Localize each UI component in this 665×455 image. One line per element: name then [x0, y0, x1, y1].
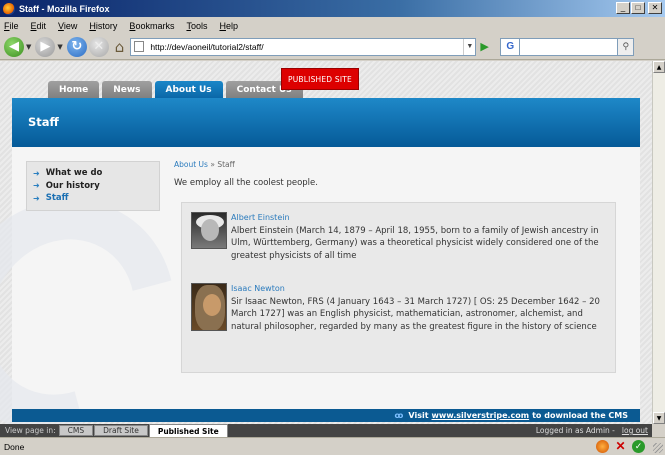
silverstripe-link[interactable]: www.silverstripe.com — [432, 411, 530, 420]
maximize-button[interactable]: □ — [631, 2, 645, 14]
browser-status-bar: Done ✕ ✓ — [0, 437, 665, 455]
menu-file[interactable]: File — [4, 21, 19, 31]
staff-bio: Sir Isaac Newton, FRS (4 January 1643 – … — [231, 297, 600, 332]
footer-visit-text: Visit — [408, 411, 429, 420]
subnav-item-label: Staff — [45, 193, 69, 204]
status-text: Done — [4, 441, 25, 452]
firefox-icon — [3, 2, 15, 15]
menu-bookmarks[interactable]: Bookmarks — [129, 21, 174, 31]
reload-icon[interactable]: ↻ — [66, 36, 87, 57]
resize-grip-icon[interactable] — [653, 443, 663, 453]
window-titlebar: Staff - Mozilla Firefox _ □ ✕ — [0, 0, 665, 17]
url-text[interactable]: http://dev/aoneil/tutorial2/staff/ — [150, 42, 463, 52]
breadcrumb-separator: » — [210, 160, 215, 169]
staff-bio: Albert Einstein (March 14, 1879 – April … — [231, 226, 599, 261]
site-tabs: Home News About Us Contact Us — [48, 81, 306, 98]
vertical-scrollbar[interactable]: ▲ ▼ — [652, 61, 665, 424]
view-page-label: View page in: — [5, 426, 56, 435]
url-bar[interactable]: http://dev/aoneil/tutorial2/staff/ ▼ — [130, 37, 477, 56]
menu-help[interactable]: Help — [219, 21, 238, 31]
arrow-bullet-icon: ➜ — [33, 193, 40, 203]
firefox-addon-icon[interactable] — [596, 440, 609, 453]
published-site-badge: PUBLISHED SITE — [281, 68, 359, 90]
breadcrumb-current: Staff — [217, 160, 235, 169]
search-input[interactable] — [520, 37, 619, 56]
einstein-photo — [191, 212, 227, 249]
page-header: Staff — [12, 98, 640, 147]
minimize-button[interactable]: _ — [616, 2, 630, 14]
window-title: Staff - Mozilla Firefox — [19, 3, 110, 14]
close-button[interactable]: ✕ — [648, 2, 662, 14]
staff-name-link[interactable]: Albert Einstein — [231, 213, 290, 222]
page-icon — [134, 41, 145, 52]
scroll-up-icon[interactable]: ▲ — [653, 61, 665, 73]
back-arrow-icon[interactable]: ◀ — [4, 36, 24, 57]
silverstripe-logo-icon: ꝏ — [394, 411, 404, 420]
back-history-dropdown-icon[interactable]: ▼ — [26, 43, 31, 51]
subnav-item-label: Our history — [45, 180, 100, 191]
menu-bar: File Edit View History Bookmarks Tools H… — [0, 17, 665, 34]
newton-photo — [191, 283, 227, 331]
page-title: Staff — [28, 115, 59, 129]
scroll-down-icon[interactable]: ▼ — [653, 412, 665, 424]
site-footer: ꝏ Visit www.silverstripe.com to download… — [12, 409, 640, 422]
search-engine-selector[interactable]: G — [500, 37, 521, 56]
menu-edit[interactable]: Edit — [31, 21, 47, 31]
logged-in-text: Logged in as Admin - — [535, 426, 615, 435]
subnav-item-our-history[interactable]: ➜ Our history — [33, 180, 159, 193]
tab-news[interactable]: News — [102, 81, 152, 98]
subnav-item-what-we-do[interactable]: ➜ What we do — [33, 167, 159, 180]
staff-name-link[interactable]: Isaac Newton — [231, 284, 285, 293]
breadcrumb: About Us » Staff — [174, 160, 235, 169]
forward-history-dropdown-icon[interactable]: ▼ — [57, 43, 62, 51]
block-icon[interactable]: ✕ — [614, 440, 627, 453]
menu-tools[interactable]: Tools — [186, 21, 207, 31]
subnav-item-staff[interactable]: ➜ Staff — [33, 192, 159, 205]
url-dropdown-icon[interactable]: ▼ — [463, 38, 475, 55]
tab-home[interactable]: Home — [48, 81, 100, 98]
go-arrow-icon[interactable]: ▶ — [480, 40, 494, 54]
checkmark-icon[interactable]: ✓ — [632, 440, 645, 453]
logout-link[interactable]: log out — [622, 426, 652, 435]
window-controls: _ □ ✕ — [616, 2, 662, 14]
view-draft-site-button[interactable]: Draft Site — [94, 425, 148, 436]
menu-view[interactable]: View — [58, 21, 77, 31]
view-cms-button[interactable]: CMS — [58, 425, 94, 436]
breadcrumb-about-us[interactable]: About Us — [174, 160, 208, 169]
forward-arrow-icon[interactable]: ▶ — [35, 36, 56, 57]
status-icons: ✕ ✓ — [596, 440, 645, 453]
page-viewport: Home News About Us Contact Us PUBLISHED … — [0, 61, 652, 424]
cms-view-bar: View page in: CMS Draft Site Published S… — [0, 424, 652, 437]
staff-list: Albert Einstein Albert Einstein (March 1… — [181, 202, 616, 373]
navigation-toolbar: ◀ ▼ ▶ ▼ ↻ ✕ ⌂ http://dev/aoneil/tutorial… — [0, 34, 665, 60]
home-icon[interactable]: ⌂ — [115, 38, 125, 56]
sub-navigation: ➜ What we do ➜ Our history ➜ Staff — [26, 161, 160, 211]
intro-text: We employ all the coolest people. — [174, 178, 318, 188]
footer-suffix-text: to download the CMS — [532, 411, 628, 420]
stop-icon[interactable]: ✕ — [88, 36, 109, 57]
subnav-item-label: What we do — [45, 168, 103, 179]
tab-about-us[interactable]: About Us — [154, 81, 223, 98]
menu-history[interactable]: History — [89, 21, 117, 31]
arrow-bullet-icon: ➜ — [33, 181, 40, 191]
page-content: ➜ What we do ➜ Our history ➜ Staff About… — [0, 147, 640, 424]
search-icon[interactable]: ⚲ — [618, 37, 635, 56]
arrow-bullet-icon: ➜ — [33, 168, 40, 178]
view-published-site-button[interactable]: Published Site — [148, 424, 228, 437]
